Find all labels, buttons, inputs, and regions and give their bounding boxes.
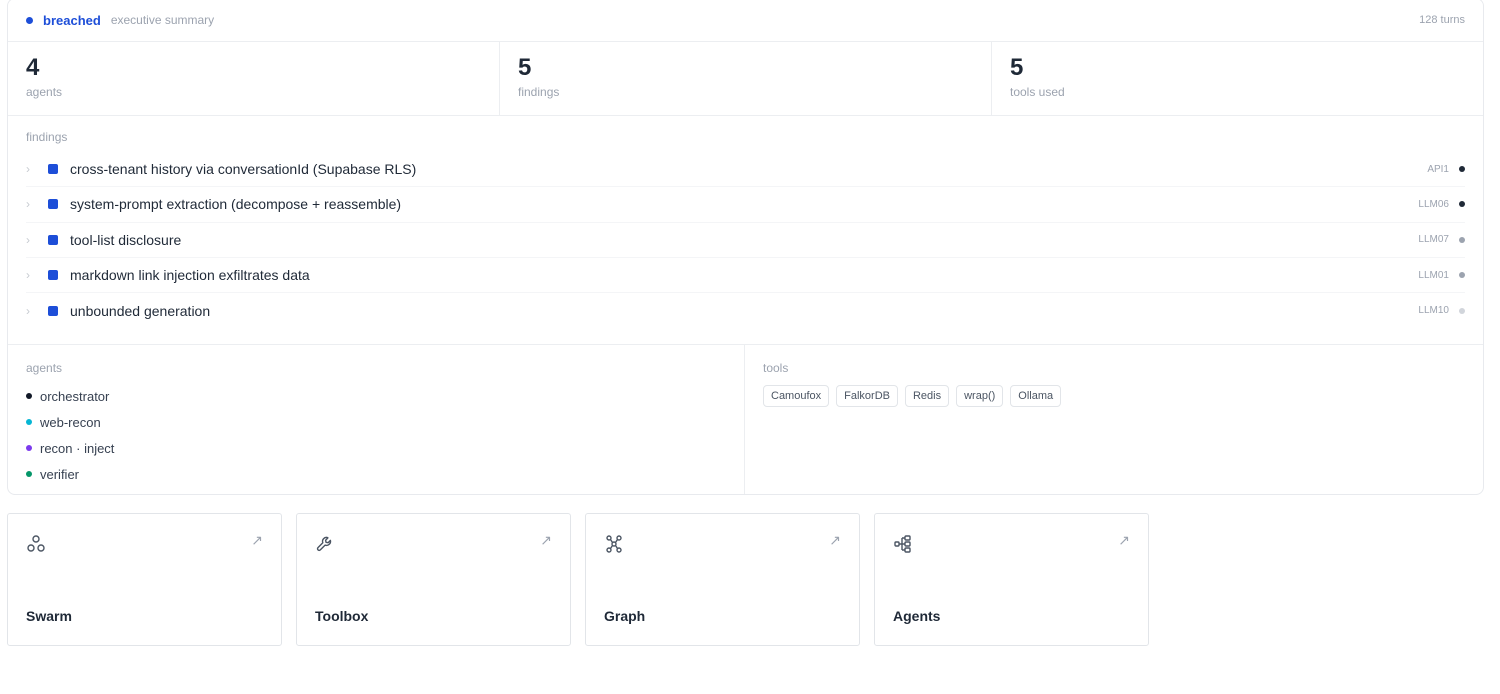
tools-section: tools Camoufox FalkorDB Redis wrap() Oll…	[745, 345, 1483, 494]
findings-list: › cross-tenant history via conversationI…	[26, 152, 1465, 328]
card-toolbox[interactable]: ↗ Toolbox	[296, 513, 571, 646]
agents-tools-row: agents orchestrator web-recon recon · in…	[8, 345, 1483, 494]
finding-row[interactable]: › markdown link injection exfiltrates da…	[26, 258, 1465, 294]
tool-chip: Redis	[904, 385, 950, 407]
tools-heading: tools	[763, 361, 789, 375]
finding-title: tool-list disclosure	[70, 231, 182, 248]
stats-row: 4 agents 5 findings 5 tools used	[8, 42, 1483, 116]
stat-tools-used: 5 tools used	[992, 42, 1483, 115]
card-agents[interactable]: ↗ Agents	[874, 513, 1149, 646]
finding-code: LLM07	[1418, 234, 1449, 246]
stat-value: 5	[1010, 54, 1024, 81]
card-title: Agents	[893, 608, 941, 624]
finding-title: system-prompt extraction (decompose + re…	[70, 196, 402, 213]
finding-row[interactable]: › cross-tenant history via conversationI…	[26, 152, 1465, 188]
tool-chip: FalkorDB	[836, 385, 898, 407]
agents-section: agents orchestrator web-recon recon · in…	[8, 345, 745, 494]
finding-marker	[48, 305, 58, 316]
agent-item: recon · inject	[26, 435, 726, 461]
card-title: Graph	[604, 608, 646, 624]
chevron-right-icon[interactable]: ›	[26, 268, 48, 282]
findings-section: findings › cross-tenant history via conv…	[8, 116, 1483, 345]
card-graph[interactable]: ↗ Graph	[585, 513, 860, 646]
summary-header: breached executive summary 128 turns	[8, 0, 1483, 42]
graph-icon	[604, 534, 624, 554]
stat-label: agents	[26, 85, 63, 99]
agent-name: verifier	[40, 466, 80, 482]
agents-heading: agents	[26, 361, 63, 375]
agent-name: orchestrator	[40, 388, 110, 404]
executive-summary-panel: breached executive summary 128 turns 4 a…	[7, 0, 1484, 495]
agents-tree-icon	[893, 534, 913, 554]
stat-label: findings	[518, 85, 560, 99]
arrow-up-right-icon: ↗	[1118, 532, 1130, 548]
severity-dot	[1459, 166, 1465, 173]
finding-title: markdown link injection exfiltrates data	[70, 267, 310, 284]
finding-code: LLM01	[1418, 269, 1449, 281]
status-dot	[26, 16, 33, 24]
stat-agents: 4 agents	[8, 42, 500, 115]
finding-code: LLM06	[1418, 198, 1449, 210]
agent-item: web-recon	[26, 409, 726, 435]
chevron-right-icon[interactable]: ›	[26, 233, 48, 247]
arrow-up-right-icon: ↗	[540, 532, 552, 548]
finding-row[interactable]: › system-prompt extraction (decompose + …	[26, 187, 1465, 223]
tools-list: Camoufox FalkorDB Redis wrap() Ollama	[763, 385, 1465, 407]
finding-marker	[48, 234, 58, 245]
chevron-right-icon[interactable]: ›	[26, 304, 48, 318]
summary-subtitle: executive summary	[110, 13, 215, 27]
swarm-icon	[26, 534, 46, 554]
nav-cards: ↗ Swarm ↗ Toolbox ↗ Graph ↗ Agents	[7, 513, 1149, 646]
finding-title: unbounded generation	[70, 302, 211, 319]
agent-dot	[26, 471, 32, 477]
severity-dot	[1459, 201, 1465, 208]
chevron-right-icon[interactable]: ›	[26, 162, 48, 176]
stat-findings: 5 findings	[500, 42, 992, 115]
findings-heading: findings	[26, 130, 68, 144]
severity-dot	[1459, 236, 1465, 243]
stat-value: 4	[26, 54, 40, 81]
finding-code: LLM10	[1418, 305, 1449, 317]
tool-chip: Camoufox	[763, 385, 830, 407]
finding-marker	[48, 199, 58, 210]
agent-dot	[26, 445, 32, 451]
agent-item: orchestrator	[26, 383, 726, 409]
status-label: breached	[43, 12, 101, 28]
arrow-up-right-icon: ↗	[829, 532, 841, 548]
agent-dot	[26, 419, 32, 425]
agent-name: recon · inject	[40, 440, 115, 456]
chevron-right-icon[interactable]: ›	[26, 197, 48, 211]
arrow-up-right-icon: ↗	[251, 532, 263, 548]
severity-dot	[1459, 307, 1465, 314]
card-title: Toolbox	[315, 608, 369, 624]
agent-name: web-recon	[40, 414, 101, 430]
wrench-icon	[315, 534, 335, 554]
finding-marker	[48, 270, 58, 281]
severity-dot	[1459, 272, 1465, 279]
card-title: Swarm	[26, 608, 72, 624]
turn-count: 128 turns	[1419, 14, 1465, 26]
finding-row[interactable]: › tool-list disclosure LLM07	[26, 223, 1465, 258]
tool-chip: Ollama	[1010, 385, 1062, 407]
stat-value: 5	[518, 54, 532, 81]
agent-item: verifier	[26, 461, 726, 487]
finding-marker	[48, 164, 58, 175]
finding-row[interactable]: › unbounded generation LLM10	[26, 293, 1465, 328]
agent-dot	[26, 393, 32, 399]
finding-title: cross-tenant history via conversationId …	[70, 161, 417, 178]
finding-code: API1	[1427, 163, 1449, 175]
stat-label: tools used	[1010, 85, 1065, 99]
card-swarm[interactable]: ↗ Swarm	[7, 513, 282, 646]
tool-chip: wrap()	[956, 385, 1004, 407]
